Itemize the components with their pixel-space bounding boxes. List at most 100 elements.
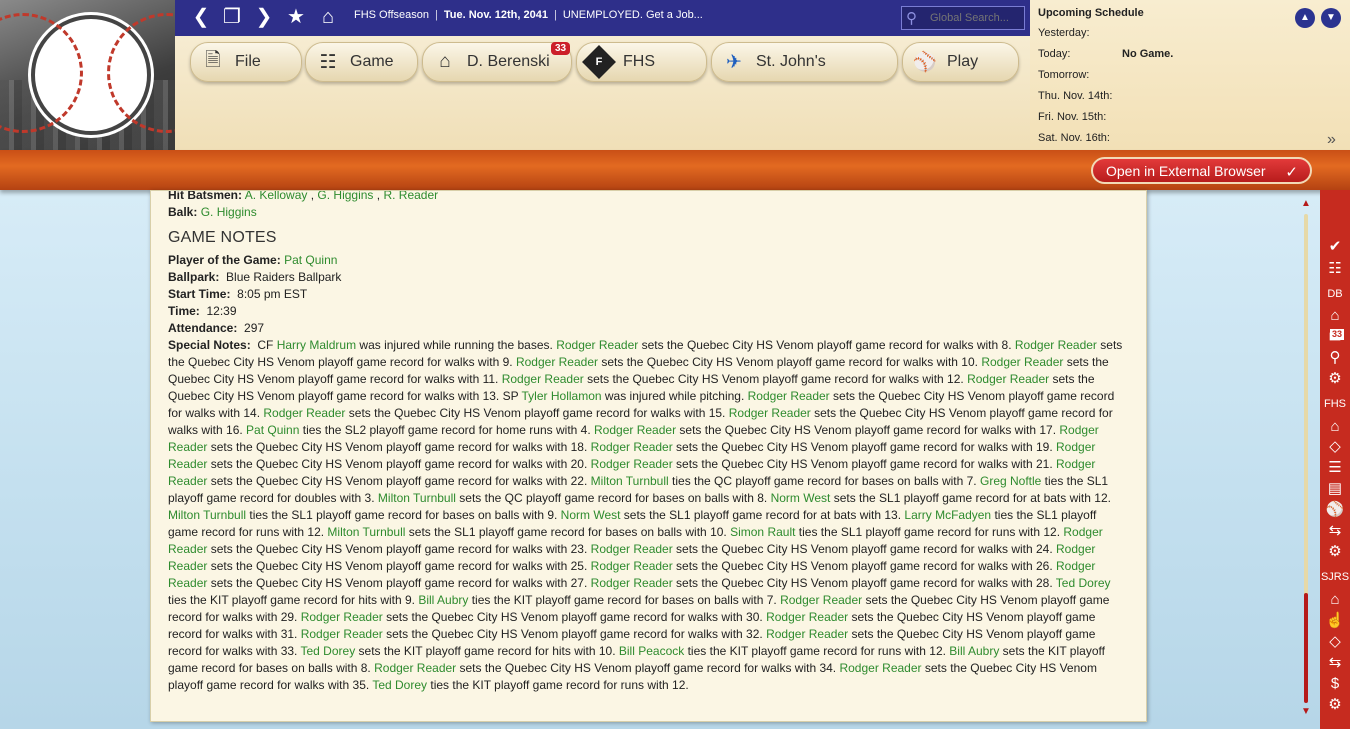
back-arrow-icon[interactable]: ❮ [190,5,212,29]
player-link[interactable]: Rodger Reader [591,559,673,573]
hit-batsmen-row: Hit Batsmen: A. Kelloway , G. Higgins , … [168,190,439,202]
chevron-up-icon[interactable]: ▲ [1295,8,1315,28]
tab-game[interactable]: ☷ Game [305,42,418,82]
home-icon[interactable]: ⌂ [1324,590,1346,610]
copy-icon[interactable]: ❐ [221,5,243,29]
tab-fhs[interactable]: F FHS [576,42,707,82]
breadcrumb: FHS Offseason | Tue. Nov. 12th, 2041 | UNEMP… [354,9,703,21]
schedule-day: Today: [1038,48,1071,60]
home-icon[interactable]: ⌂ [1324,306,1346,326]
scroll-thumb[interactable] [1304,593,1308,703]
player-link[interactable]: Rodger Reader [594,423,676,437]
player-link[interactable]: Rodger Reader [1015,338,1097,352]
transfer-icon[interactable]: ⇆ [1324,653,1346,673]
player-link[interactable]: Norm West [771,491,831,505]
player-link[interactable]: Bill Peacock [619,644,684,658]
player-link[interactable]: A. Kelloway [245,191,308,202]
st-johns-logo-icon: ✈ [726,51,742,73]
player-link[interactable]: Rodger Reader [516,355,598,369]
tab-d-berenski[interactable]: ⌂ D. Berenski 33 [422,42,572,82]
list-icon[interactable]: ☰ [1324,458,1346,478]
diamond-icon[interactable]: ◇ [1324,632,1346,652]
player-link[interactable]: Rodger Reader [556,338,638,352]
scrollbar[interactable]: ▲ ▼ [1300,198,1312,720]
player-link[interactable]: Rodger Reader [839,661,921,675]
global-search[interactable]: ⚲ [901,6,1025,30]
search-input[interactable] [930,10,1022,26]
player-link[interactable]: Simon Rault [730,525,795,539]
globe-icon[interactable]: ☷ [1324,259,1346,279]
player-link[interactable]: Milton Turnbull [591,474,669,488]
player-link[interactable]: Harry Maldrum [277,338,356,352]
star-icon[interactable]: ★ [285,5,307,29]
breadcrumb-job-status[interactable]: UNEMPLOYED. Get a Job... [563,9,703,21]
player-link[interactable]: Rodger Reader [981,355,1063,369]
player-link[interactable]: Tyler Hollamon [522,389,602,403]
player-link[interactable]: Rodger Reader [591,576,673,590]
player-link[interactable]: Rodger Reader [374,661,456,675]
gear-icon[interactable]: ⚙ [1324,695,1346,715]
player-link[interactable]: Rodger Reader [591,457,673,471]
gear-icon[interactable]: ⚙ [1324,542,1346,562]
player-link[interactable]: Bill Aubry [418,593,468,607]
transfer-icon[interactable]: ⇆ [1324,521,1346,541]
chevron-down-icon[interactable]: ▼ [1321,8,1341,28]
right-sidebar: ✔ ☷ DB ⌂ ✉ 33 ⚲ ⚙ FHS ⌂ ◇ ☰ ▤ ⚾ ⇆ ⚙ SJRS… [1320,190,1350,729]
scroll-up-icon[interactable]: ▲ [1300,198,1312,209]
player-link[interactable]: Rodger Reader [967,372,1049,386]
bar-chart-icon[interactable]: ▤ [1324,479,1346,499]
player-link[interactable]: Rodger Reader [301,610,383,624]
player-link[interactable]: G. Higgins [201,205,257,219]
game-logo [0,0,175,150]
schedule-day: Fri. Nov. 15th: [1038,111,1107,123]
check-circle-icon[interactable]: ✔ [1324,237,1346,257]
player-link[interactable]: Milton Turnbull [378,491,456,505]
search-icon[interactable]: ⚲ [1324,348,1346,368]
player-link[interactable]: Pat Quinn [284,253,337,267]
scroll-down-icon[interactable]: ▼ [1300,706,1312,717]
diamond-icon[interactable]: ◇ [1324,437,1346,457]
breadcrumb-item[interactable]: FHS Offseason [354,9,429,21]
player-link[interactable]: Rodger Reader [780,593,862,607]
player-link[interactable]: Ted Dorey [372,678,427,692]
tab-st-johns[interactable]: ✈ St. John's [711,42,898,82]
top-bar: ❮ ❐ ❯ ★ ⌂ FHS Offseason | Tue. Nov. 12th, … [175,0,1030,36]
gear-icon[interactable]: ⚙ [1324,369,1346,389]
player-link[interactable]: Pat Quinn [246,423,299,437]
schedule-value[interactable]: No Game. [1122,48,1173,60]
player-link[interactable]: Rodger Reader [301,627,383,641]
player-link[interactable]: Rodger Reader [502,372,584,386]
baseball-icon: ⚾ [913,52,937,73]
tab-play[interactable]: ⚾ Play [902,42,1019,82]
player-link[interactable]: Bill Aubry [949,644,999,658]
player-link[interactable]: Rodger Reader [591,542,673,556]
player-link[interactable]: Ted Dorey [301,644,356,658]
home-icon: ⌂ [439,51,451,72]
home-icon[interactable]: ⌂ [317,5,339,29]
forward-arrow-icon[interactable]: ❯ [253,5,275,29]
player-link[interactable]: Ted Dorey [1056,576,1111,590]
sidebar-label-db: DB [1327,288,1343,300]
player-link[interactable]: R. Reader [383,191,438,202]
baseball-icon[interactable]: ⚾ [1324,500,1346,520]
player-link[interactable]: Rodger Reader [748,389,830,403]
tab-file[interactable]: 🗎 File [190,42,302,82]
open-external-browser-button[interactable]: Open in External Browser ✓ [1091,157,1312,184]
player-link[interactable]: Rodger Reader [766,627,848,641]
player-link[interactable]: Rodger Reader [591,440,673,454]
home-icon[interactable]: ⌂ [1324,417,1346,437]
player-link[interactable]: Rodger Reader [766,610,848,624]
player-link[interactable]: Milton Turnbull [168,508,246,522]
hand-pointer-icon[interactable]: ☝ [1324,611,1346,631]
dollar-icon[interactable]: $ [1324,674,1346,694]
player-link[interactable]: Rodger Reader [263,406,345,420]
player-link[interactable]: Greg Noftle [980,474,1041,488]
player-link[interactable]: Larry McFadyen [904,508,991,522]
player-link[interactable]: Milton Turnbull [327,525,405,539]
player-link[interactable]: G. Higgins [317,191,373,202]
player-link[interactable]: Rodger Reader [729,406,811,420]
expand-chevron-icon[interactable]: » [1327,131,1336,149]
button-label: Open in External Browser [1106,162,1266,179]
player-link[interactable]: Norm West [561,508,621,522]
schedule-day: Yesterday: [1038,27,1090,39]
